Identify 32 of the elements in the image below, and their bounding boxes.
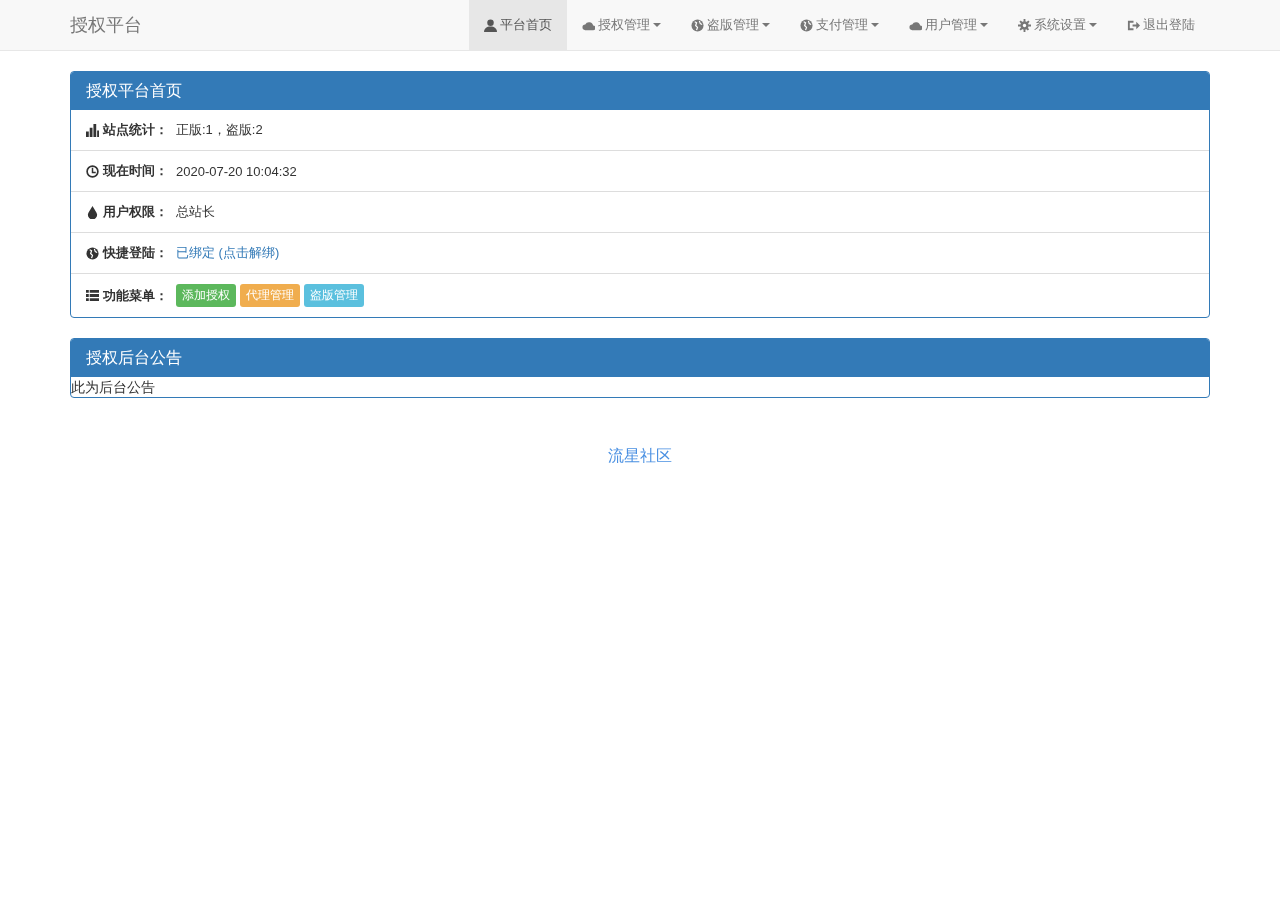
info-label: 快捷登陆：	[86, 244, 168, 262]
info-label: 站点统计：	[86, 121, 168, 139]
unbind-link[interactable]: 已绑定 (点击解绑)	[176, 244, 280, 262]
gear-icon	[1018, 18, 1031, 32]
drop-icon	[86, 205, 99, 219]
nav-link[interactable]: 授权管理	[567, 0, 676, 50]
bar-chart-icon	[86, 123, 99, 137]
info-value: 2020-07-20 10:04:32	[176, 163, 297, 179]
user-icon	[484, 18, 497, 32]
sign-out-icon	[1127, 18, 1140, 32]
nav-link[interactable]: 支付管理	[785, 0, 894, 50]
info-value: 正版:1，盗版:2	[176, 121, 263, 139]
globe-icon	[800, 18, 813, 32]
nav-link[interactable]: 系统设置	[1003, 0, 1112, 50]
info-label: 现在时间：	[86, 162, 168, 180]
nav-link[interactable]: 盗版管理	[676, 0, 785, 50]
panel-title: 授权平台首页	[71, 72, 1209, 110]
nav-link[interactable]: 用户管理	[894, 0, 1003, 50]
globe-icon	[86, 246, 99, 260]
footer-link[interactable]: 流星社区	[608, 447, 672, 464]
clock-icon	[86, 164, 99, 178]
brand-link[interactable]: 授权平台	[70, 13, 142, 37]
notice-text: 此为后台公告	[71, 378, 156, 397]
panel-title: 授权后台公告	[71, 339, 1209, 377]
menu-tag[interactable]: 添加授权	[176, 284, 236, 307]
nav-link[interactable]: 平台首页	[469, 0, 567, 50]
globe-icon	[691, 18, 704, 32]
info-label: 用户权限：	[86, 203, 168, 221]
list-icon	[86, 289, 99, 302]
info-value: 总站长	[176, 203, 215, 221]
info-label: 功能菜单：	[86, 286, 168, 305]
nav-link[interactable]: 退出登陆	[1112, 0, 1210, 50]
